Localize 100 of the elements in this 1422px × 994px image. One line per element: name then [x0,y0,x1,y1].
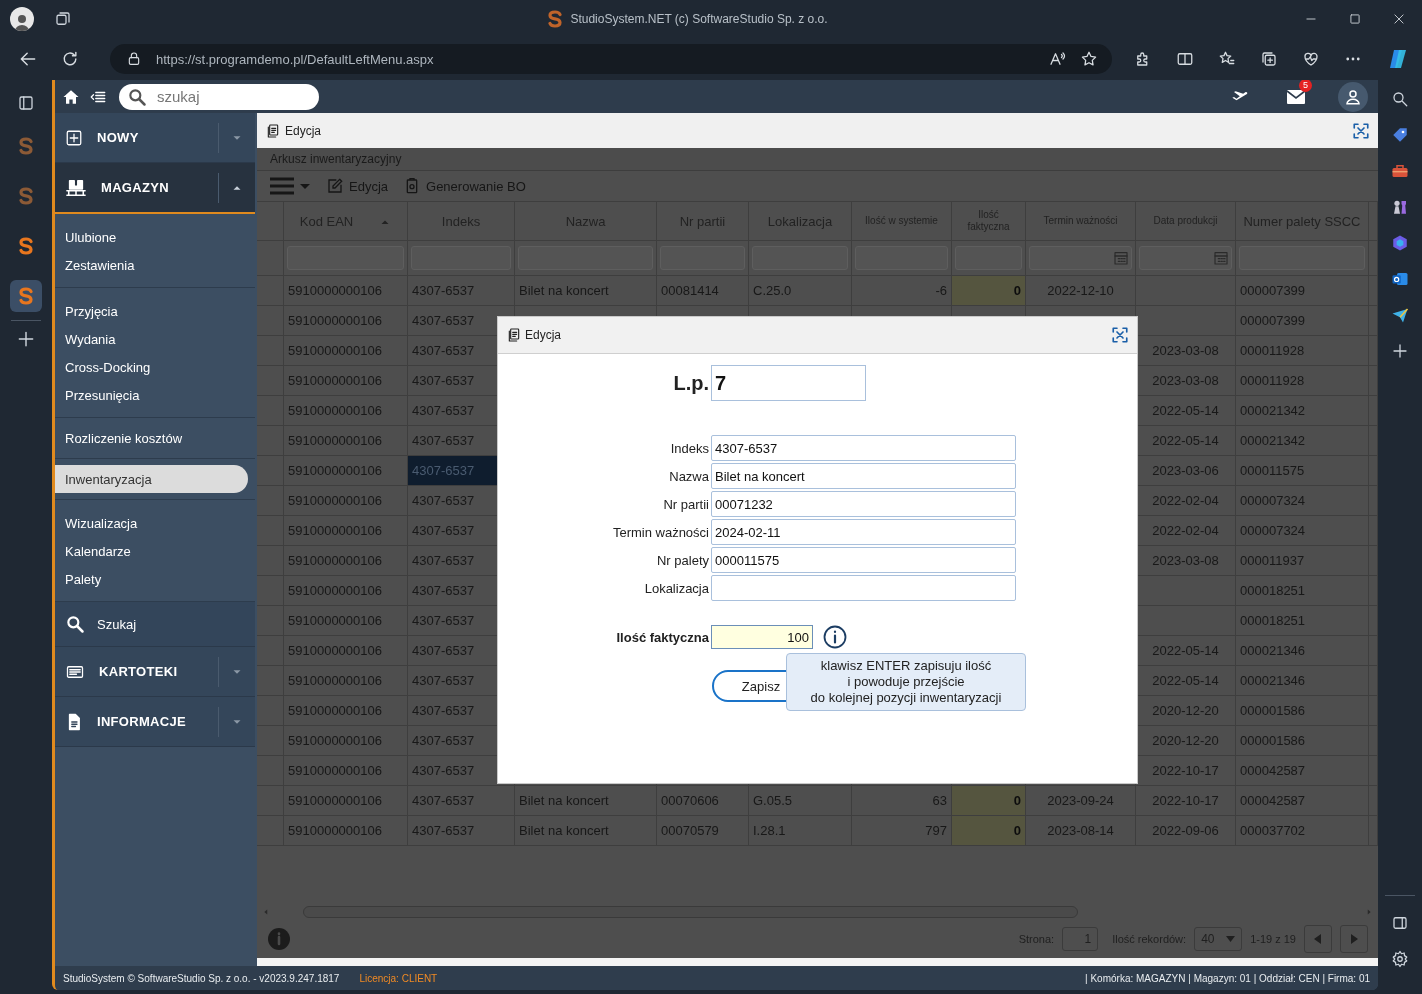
menu-item[interactable]: Kalendarze [55,537,248,565]
table-cell [1369,456,1378,486]
filter-field[interactable] [1139,246,1232,270]
heart-pulse-icon[interactable] [1302,50,1320,68]
tag-icon[interactable] [1391,126,1409,144]
menu-item[interactable]: Zestawienia [55,251,248,279]
field-label: Nr palety [655,552,710,568]
menu-item[interactable]: Palety [55,565,248,593]
address-bar[interactable]: https://st.programdemo.pl/DefaultLeftMenu.aspx [110,44,1112,74]
menu-item[interactable]: Przesunięcia [55,381,248,409]
add-icon[interactable] [1391,342,1409,360]
table-cell [1369,546,1378,576]
menu-item[interactable]: Wizualizacja [55,509,248,537]
table-cell [1369,396,1378,426]
menu-icon [269,175,295,197]
search-link[interactable]: Szukaj [55,602,255,647]
lock-icon [126,51,142,67]
chess-pieces-icon[interactable] [1391,198,1409,216]
hexagon-app-icon[interactable] [1391,234,1409,252]
table-cell [1369,516,1378,546]
table-cell [1369,606,1378,636]
menu-section-header[interactable]: KARTOTEKI [55,647,255,697]
row-header-cell [257,666,284,696]
tab-actions-icon[interactable] [54,10,72,28]
table-cell [1369,816,1378,846]
row-header-cell [257,426,284,456]
input-field[interactable]: Bilet na koncert [711,463,1016,489]
table-cell [1369,306,1378,336]
menu-item[interactable]: Wydania [55,325,248,353]
user-button[interactable] [1338,81,1368,112]
caret-right-icon [1350,934,1358,944]
window-title: StudioSystem.NET (c) SoftwareStudio Sp. z o.o. [570,12,828,26]
table-cell [1369,426,1378,456]
table-cell [1369,486,1378,516]
row-header-cell [257,606,284,636]
row-header-cell [257,636,284,666]
sidebar-toggle-icon[interactable] [1391,914,1409,932]
mail-icon[interactable] [1286,88,1306,105]
close-icon[interactable] [1352,121,1370,140]
close-icon[interactable] [1392,12,1406,26]
row-header-cell [257,336,284,366]
menu-item[interactable]: Ulubione [55,223,248,251]
star-icon[interactable] [1080,50,1098,68]
row-header-cell [257,696,284,726]
maximize-icon[interactable] [1348,12,1362,26]
settings-icon[interactable] [1391,950,1409,968]
read-aloud-icon[interactable] [1048,50,1066,68]
paper-plane-icon[interactable] [1391,306,1409,324]
row-header-cell [257,396,284,426]
row-header-cell [257,726,284,756]
menu-item[interactable]: Inwentaryzacja [55,465,248,493]
row-header-cell [257,456,284,486]
row-header-cell [257,486,284,516]
input-field[interactable]: 2024-02-11 [711,519,1016,545]
mail-app-icon[interactable] [1391,270,1409,288]
dialog-title: Edycja [525,328,562,342]
field-label: Indeks [669,440,710,456]
close-icon[interactable] [1111,326,1129,344]
search-icon [65,614,85,634]
copyright-text: StudioSystem © SoftwareStudio Sp. z o.o. - v2023.9.247.1817 [63,972,340,984]
table-cell [1369,276,1378,306]
table-cell: 0 [952,816,1026,846]
row-header-cell [257,516,284,546]
split-screen-icon[interactable] [1176,50,1194,68]
table-cell [1369,336,1378,366]
quantity-field[interactable]: 100 [711,625,813,649]
row-header-cell [257,276,284,306]
row-header-cell [257,546,284,576]
menu-item[interactable]: Przyjęcia [55,297,248,325]
add-icon[interactable] [16,329,36,349]
profile-avatar-icon[interactable] [10,7,34,31]
number-field[interactable]: 7 [711,365,866,401]
input-field[interactable] [711,575,1016,601]
pinned-app[interactable] [10,280,42,312]
row-header-cell [257,756,284,786]
search-icon[interactable] [1391,90,1409,108]
menu-section-header[interactable]: MAGAZYN [55,163,255,214]
menu-item[interactable]: Cross-Docking [55,353,248,381]
search-field[interactable]: szukaj [119,83,319,110]
table-cell: 0 [952,786,1026,816]
menu-item[interactable]: Rozliczenie kosztów [55,424,248,452]
caret-down-icon [299,181,311,191]
toolbox-icon[interactable] [1391,162,1409,180]
field-label: Nr partii [662,496,710,512]
field-label: Lokalizacja [643,580,710,596]
tooltip: klawisz ENTER zapisuju ilość i powoduje przejście do kolejnej pozycji inwentaryzacji [786,653,1026,711]
app-logo-icon [548,10,563,28]
row-header-cell [257,786,284,816]
tab-panel-icon[interactable] [17,94,35,112]
notification-badge: 5 [1299,80,1312,92]
collections-icon[interactable] [1260,50,1278,68]
menu-section-header[interactable]: NOWY [55,113,255,163]
s-logo-icon [19,287,33,305]
input-field[interactable]: 000011575 [711,547,1016,573]
input-field[interactable]: 00071232 [711,491,1016,517]
filter-field[interactable] [1029,246,1132,270]
info-icon[interactable] [823,625,847,649]
input-field[interactable]: 4307-6537 [711,435,1016,461]
license-text: Licencja: CLIENT [359,972,438,984]
menu-section-header[interactable]: INFORMACJE [55,697,255,747]
